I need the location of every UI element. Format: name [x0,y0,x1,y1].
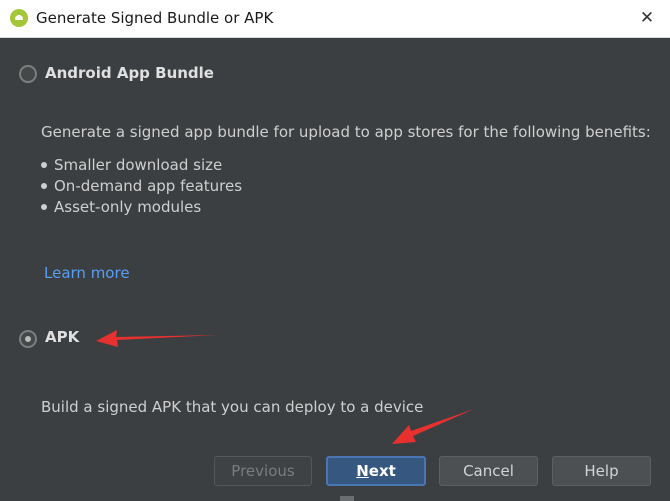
bundle-radio[interactable] [19,65,37,83]
benefit-item: Smaller download size [54,156,223,174]
learn-more-link[interactable]: Learn more [44,264,130,282]
window-title: Generate Signed Bundle or APK [36,9,274,27]
bundle-option-label[interactable]: Android App Bundle [45,64,214,82]
annotation-arrow-apk [96,330,217,347]
bullet-icon [41,162,47,168]
apk-option-label[interactable]: APK [45,328,79,346]
radio-selected-dot [25,336,31,342]
next-button-mnemonic: N [356,462,369,480]
cancel-button[interactable]: Cancel [439,456,538,486]
bundle-description: Generate a signed app bundle for upload … [41,123,651,141]
next-button-label: ext [368,462,396,480]
title-bar: Generate Signed Bundle or APK ✕ [0,0,670,38]
bullet-icon [41,204,47,210]
benefit-item: On-demand app features [54,177,243,195]
apk-description: Build a signed APK that you can deploy t… [41,398,424,416]
android-studio-icon [10,9,28,27]
next-button[interactable]: Next [326,456,426,486]
benefit-item: Asset-only modules [54,198,202,216]
previous-button[interactable]: Previous [214,456,312,486]
close-icon[interactable]: ✕ [624,0,670,37]
apk-radio[interactable] [19,330,37,348]
help-button[interactable]: Help [552,456,651,486]
bullet-icon [41,183,47,189]
resize-grip [340,496,354,501]
